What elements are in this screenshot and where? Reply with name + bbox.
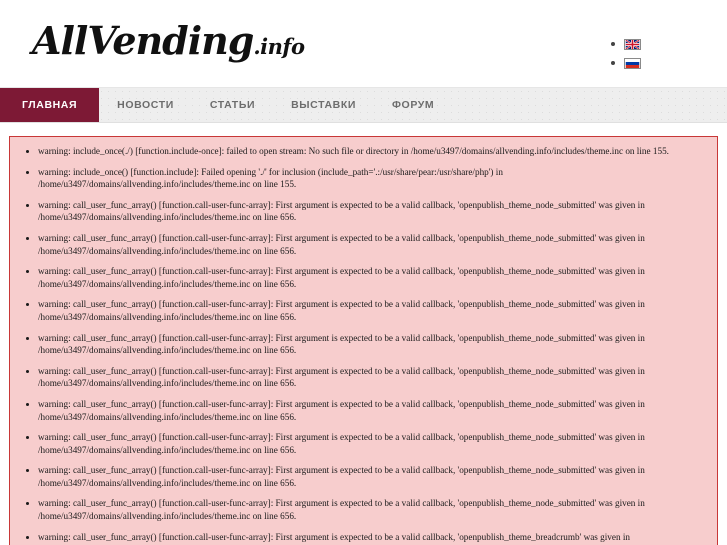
warning-item: warning: include_once(./) [function.incl… <box>24 145 703 158</box>
language-option-russian[interactable] <box>611 57 641 69</box>
language-switcher <box>611 38 641 76</box>
warning-item: warning: call_user_func_array() [functio… <box>24 199 703 224</box>
error-region: warning: include_once(./) [function.incl… <box>0 123 727 545</box>
language-option-english[interactable] <box>611 38 641 50</box>
page-root: AllVending.info ГЛАВНАЯ НОВОСТИ СТАТЬИ В… <box>0 0 727 545</box>
nav-item-stati[interactable]: СТАТЬИ <box>192 88 273 122</box>
bullet-icon <box>611 61 615 65</box>
logo-name: AllVending <box>32 18 254 63</box>
nav-item-glavnaya[interactable]: ГЛАВНАЯ <box>0 88 100 122</box>
warning-item: warning: call_user_func_array() [functio… <box>24 431 703 456</box>
warning-item: warning: call_user_func_array() [functio… <box>24 531 703 545</box>
warning-item: warning: call_user_func_array() [functio… <box>24 398 703 423</box>
site-header: AllVending.info <box>0 0 727 88</box>
warning-item: warning: include_once() [function.includ… <box>24 166 703 191</box>
warning-item: warning: call_user_func_array() [functio… <box>24 332 703 357</box>
warning-item: warning: call_user_func_array() [functio… <box>24 232 703 257</box>
warning-item: warning: call_user_func_array() [functio… <box>24 365 703 390</box>
php-warning-box: warning: include_once(./) [function.incl… <box>9 136 718 545</box>
warning-list: warning: include_once(./) [function.incl… <box>24 145 703 545</box>
warning-item: warning: call_user_func_array() [functio… <box>24 265 703 290</box>
russian-flag-icon[interactable] <box>624 57 641 69</box>
uk-flag-icon[interactable] <box>624 38 641 50</box>
bullet-icon <box>611 42 615 46</box>
warning-item: warning: call_user_func_array() [functio… <box>24 464 703 489</box>
nav-item-vystavki[interactable]: ВЫСТАВКИ <box>273 88 374 122</box>
warning-item: warning: call_user_func_array() [functio… <box>24 298 703 323</box>
site-logo[interactable]: AllVending.info <box>32 22 305 60</box>
nav-item-novosti[interactable]: НОВОСТИ <box>99 88 192 122</box>
main-navigation: ГЛАВНАЯ НОВОСТИ СТАТЬИ ВЫСТАВКИ ФОРУМ <box>0 88 727 123</box>
logo-tld: .info <box>253 34 305 59</box>
nav-item-forum[interactable]: ФОРУМ <box>374 88 452 122</box>
warning-item: warning: call_user_func_array() [functio… <box>24 497 703 522</box>
